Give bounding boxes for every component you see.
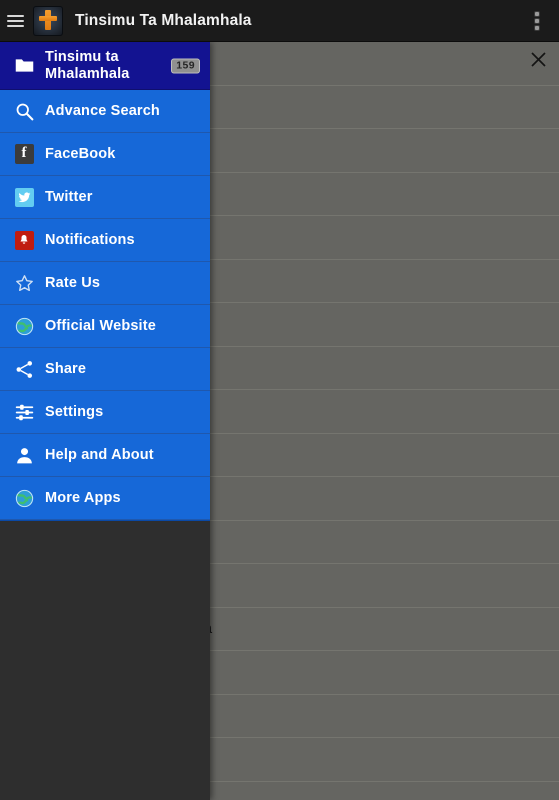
sidebar-item-label: Notifications <box>45 231 135 248</box>
search-icon <box>11 98 37 124</box>
hamburger-icon[interactable] <box>2 0 28 42</box>
page-title: Tinsimu Ta Mhalamhala <box>75 11 252 29</box>
close-icon[interactable] <box>523 44 553 74</box>
sidebar-item-help-and-about[interactable]: Help and About <box>0 434 210 477</box>
sidebar-item-facebook[interactable]: f FaceBook <box>0 133 210 176</box>
sidebar-item-label: FaceBook <box>45 145 116 162</box>
sidebar-item-label: Advance Search <box>45 102 160 119</box>
sidebar-item-advance-search[interactable]: Advance Search <box>0 90 210 133</box>
sidebar-item-label: Help and About <box>45 446 154 463</box>
sidebar-item-more-apps[interactable]: More Apps <box>0 477 210 520</box>
twitter-icon <box>11 184 37 210</box>
star-icon <box>11 270 37 296</box>
sidebar-item-settings[interactable]: Settings <box>0 391 210 434</box>
sidebar-item-share[interactable]: Share <box>0 348 210 391</box>
sidebar-item-official-website[interactable]: Official Website <box>0 305 210 348</box>
sidebar-item-label: Rate Us <box>45 274 101 291</box>
sidebar-item-label: Share <box>45 360 87 377</box>
globe-icon <box>11 313 37 339</box>
app-root: hixan Tinsimu Ta Mhalamhala Tinsimu ta M… <box>0 0 559 800</box>
app-cross-icon <box>33 5 63 36</box>
sidebar-item-twitter[interactable]: Twitter <box>0 176 210 219</box>
sidebar-item-notifications[interactable]: Notifications <box>0 219 210 262</box>
sidebar-item-label: Settings <box>45 403 104 420</box>
drawer-item-list: Tinsimu ta Mhalamhala 159 Advance Search f F… <box>0 42 210 521</box>
status-badge: 159 <box>171 58 200 73</box>
sidebar-item-label: Twitter <box>45 188 93 205</box>
navigation-drawer: Tinsimu ta Mhalamhala 159 Advance Search f F… <box>0 42 210 800</box>
sidebar-item-tinsimu-ta-mhalamhala[interactable]: Tinsimu ta Mhalamhala 159 <box>0 42 210 90</box>
bell-icon <box>11 227 37 253</box>
folder-icon <box>11 53 37 79</box>
sidebar-item-label: More Apps <box>45 489 121 506</box>
sidebar-item-label: Tinsimu ta Mhalamhala <box>45 48 130 82</box>
person-icon <box>11 442 37 468</box>
tune-icon <box>11 399 37 425</box>
more-vert-icon[interactable] <box>523 0 551 42</box>
action-bar: Tinsimu Ta Mhalamhala <box>0 0 559 42</box>
share-icon <box>11 356 37 382</box>
facebook-icon: f <box>11 141 37 167</box>
globe-icon <box>11 485 37 511</box>
sidebar-item-label: Official Website <box>45 317 156 334</box>
sidebar-item-rate-us[interactable]: Rate Us <box>0 262 210 305</box>
